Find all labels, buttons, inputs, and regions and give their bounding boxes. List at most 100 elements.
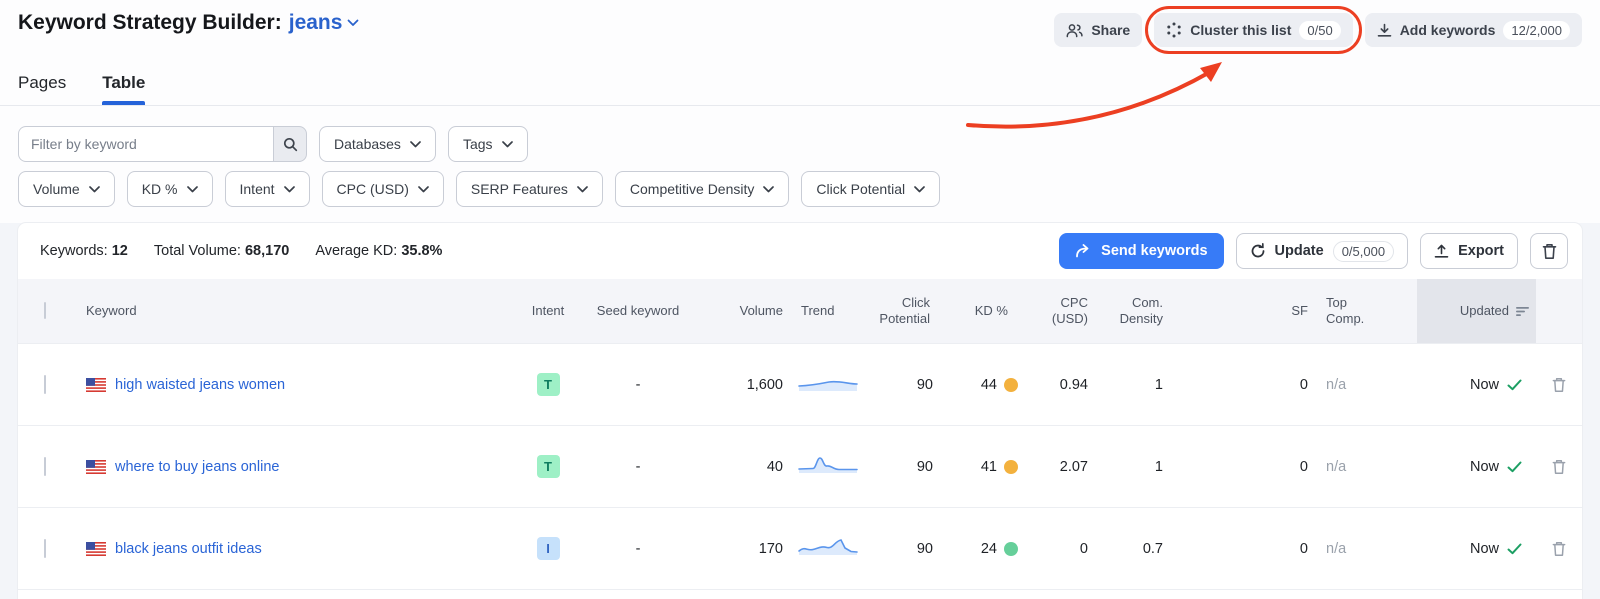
page-title-text: Keyword Strategy Builder:	[18, 11, 282, 35]
check-icon	[1507, 543, 1522, 555]
next-row-partial	[18, 589, 1582, 599]
cluster-count-badge: 0/50	[1299, 21, 1340, 40]
row-checkbox[interactable]	[44, 457, 46, 476]
keyword-link[interactable]: black jeans outfit ideas	[115, 541, 262, 557]
chevron-down-icon	[89, 186, 100, 193]
kd-value: 24	[933, 541, 1018, 557]
send-keywords-button[interactable]: Send keywords	[1059, 233, 1223, 269]
chevron-down-icon	[418, 186, 429, 193]
click-potential-value: 90	[868, 377, 933, 393]
chevron-down-icon	[284, 186, 295, 193]
delete-list-button[interactable]	[1530, 233, 1568, 269]
col-top-comp[interactable]: Top Comp.	[1308, 295, 1378, 328]
volume-value: 170	[698, 541, 783, 557]
search-icon	[283, 137, 298, 152]
serp-features-filter-label: SERP Features	[471, 181, 568, 197]
chevron-down-icon	[577, 186, 588, 193]
tab-pages[interactable]: Pages	[18, 73, 66, 105]
cpc-value: 0	[1018, 541, 1088, 557]
col-sf[interactable]: SF	[1163, 303, 1308, 319]
col-updated-label: Updated	[1460, 303, 1509, 319]
sf-value: 0	[1163, 377, 1308, 393]
col-updated[interactable]: Updated	[1417, 279, 1536, 343]
table-toolbar: Keywords: 12 Total Volume: 68,170 Averag…	[18, 223, 1582, 279]
keyword-link[interactable]: where to buy jeans online	[115, 459, 279, 475]
top-comp-value: n/a	[1308, 377, 1417, 393]
kd-value: 41	[933, 459, 1018, 475]
col-com-density[interactable]: Com. Density	[1099, 295, 1163, 328]
trend-sparkline	[783, 453, 868, 480]
page-title: Keyword Strategy Builder: jeans	[18, 11, 359, 35]
kd-filter[interactable]: KD %	[127, 171, 213, 207]
databases-label: Databases	[334, 136, 401, 152]
table-row: where to buy jeans online T - 40 90 41 2…	[18, 425, 1582, 507]
share-users-icon	[1066, 23, 1083, 38]
competitive-density-filter[interactable]: Competitive Density	[615, 171, 790, 207]
intent-badge-informational[interactable]: I	[537, 537, 560, 560]
table-row: high waisted jeans women T - 1,600 90 44…	[18, 343, 1582, 425]
send-keywords-label: Send keywords	[1101, 243, 1207, 259]
update-count-badge: 0/5,000	[1333, 241, 1394, 262]
tab-table[interactable]: Table	[102, 73, 145, 105]
updated-cell: Now	[1417, 541, 1536, 557]
sf-value: 0	[1163, 459, 1308, 475]
trash-icon	[1552, 541, 1566, 557]
databases-filter[interactable]: Databases	[319, 126, 436, 162]
volume-filter[interactable]: Volume	[18, 171, 115, 207]
cpc-filter[interactable]: CPC (USD)	[322, 171, 444, 207]
col-keyword[interactable]: Keyword	[86, 303, 518, 319]
intent-badge-transactional[interactable]: T	[537, 373, 560, 396]
search-button[interactable]	[273, 126, 307, 162]
chevron-down-icon	[502, 141, 513, 148]
volume-value: 40	[698, 459, 783, 475]
check-icon	[1507, 461, 1522, 473]
check-icon	[1507, 379, 1522, 391]
table-header-row: Keyword Intent Seed keyword Volume Trend…	[18, 279, 1582, 343]
list-selector[interactable]: jeans	[289, 11, 360, 35]
trash-icon	[1552, 459, 1566, 475]
col-intent[interactable]: Intent	[518, 303, 578, 319]
cpc-filter-label: CPC (USD)	[337, 181, 409, 197]
chevron-down-icon	[763, 186, 774, 193]
keywords-count: Keywords: 12	[40, 243, 128, 259]
add-keywords-button[interactable]: Add keywords 12/2,000	[1365, 13, 1582, 47]
cpc-value: 0.94	[1018, 377, 1088, 393]
click-potential-filter[interactable]: Click Potential	[801, 171, 940, 207]
delete-row-button[interactable]	[1536, 459, 1582, 475]
chevron-down-icon	[187, 186, 198, 193]
col-cpc[interactable]: CPC (USD)	[1022, 295, 1088, 328]
tags-filter[interactable]: Tags	[448, 126, 528, 162]
share-button[interactable]: Share	[1054, 13, 1142, 47]
trend-sparkline	[783, 535, 868, 562]
keyword-link[interactable]: high waisted jeans women	[115, 377, 285, 393]
send-arrow-icon	[1075, 244, 1092, 258]
update-button[interactable]: Update 0/5,000	[1236, 233, 1409, 269]
refresh-icon	[1250, 243, 1266, 259]
delete-row-button[interactable]	[1536, 541, 1582, 557]
trash-icon	[1552, 377, 1566, 393]
com-density-value: 1	[1088, 459, 1163, 475]
col-trend[interactable]: Trend	[783, 303, 868, 319]
delete-row-button[interactable]	[1536, 377, 1582, 393]
export-button[interactable]: Export	[1420, 233, 1518, 269]
cluster-label: Cluster this list	[1190, 22, 1291, 38]
filters-panel: Databases Tags Volume KD %	[18, 106, 1582, 223]
click-potential-value: 90	[868, 541, 933, 557]
export-label: Export	[1458, 243, 1504, 259]
kd-level-dot	[1004, 378, 1018, 392]
col-kd[interactable]: KD %	[933, 303, 1018, 319]
cluster-icon	[1166, 22, 1182, 38]
trash-icon	[1542, 243, 1557, 260]
serp-features-filter[interactable]: SERP Features	[456, 171, 603, 207]
col-seed-keyword[interactable]: Seed keyword	[578, 303, 698, 319]
cluster-this-list-button[interactable]: Cluster this list 0/50	[1154, 13, 1352, 47]
col-click-potential[interactable]: Click Potential	[868, 295, 930, 328]
filter-keyword-input[interactable]	[18, 126, 273, 162]
row-checkbox[interactable]	[44, 375, 46, 394]
row-checkbox[interactable]	[44, 539, 46, 558]
competitive-density-filter-label: Competitive Density	[630, 181, 755, 197]
select-all-checkbox[interactable]	[44, 302, 46, 319]
intent-filter[interactable]: Intent	[225, 171, 310, 207]
col-volume[interactable]: Volume	[698, 303, 783, 319]
intent-badge-transactional[interactable]: T	[537, 455, 560, 478]
